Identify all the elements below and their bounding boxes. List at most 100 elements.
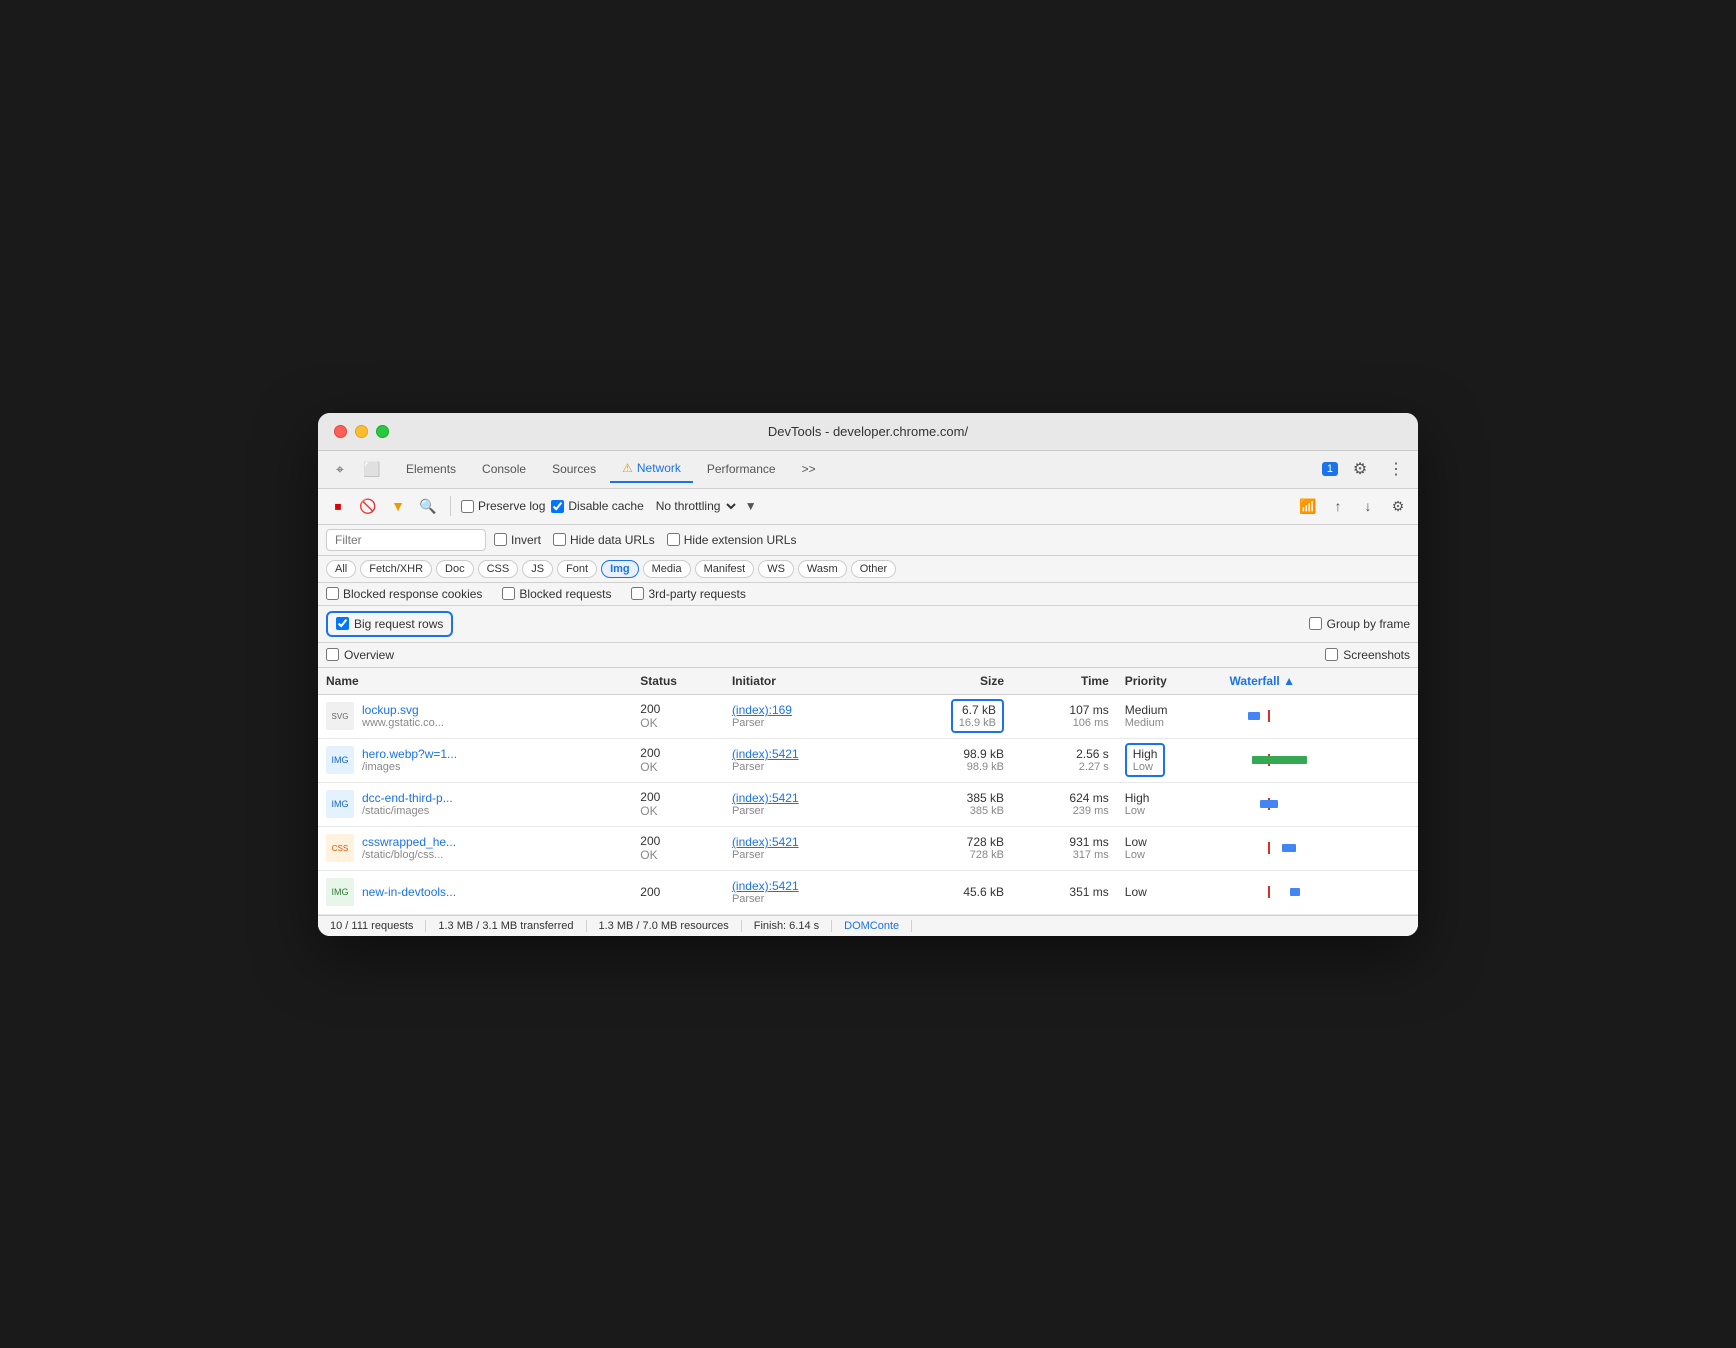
network-table-wrapper: Name Status Initiator Size Time Priority… [318, 668, 1418, 915]
invert-check: Invert [494, 533, 541, 547]
type-btn-doc[interactable]: Doc [436, 560, 474, 578]
tab-network[interactable]: ⚠Network [610, 455, 693, 483]
blocked-requests-check: Blocked requests [502, 587, 611, 601]
type-btn-all[interactable]: All [326, 560, 356, 578]
col-size[interactable]: Size [881, 668, 1012, 695]
toolbar-icon-group: 📶 ↑ ↓ ⚙ [1296, 494, 1410, 518]
big-request-rows-check: Big request rows [326, 611, 453, 637]
network-settings-icon[interactable]: ⚙ [1386, 494, 1410, 518]
time-cell: 931 ms 317 ms [1012, 826, 1117, 870]
type-btn-media[interactable]: Media [643, 560, 691, 578]
group-by-frame-check: Group by frame [1309, 617, 1410, 631]
type-btn-js[interactable]: JS [522, 560, 553, 578]
close-button[interactable] [334, 425, 347, 438]
table-header-row: Name Status Initiator Size Time Priority… [318, 668, 1418, 695]
name-text: dcc-end-third-p... /static/images [362, 791, 453, 817]
filter-input[interactable] [326, 529, 486, 551]
preserve-log-group: Preserve log [461, 499, 545, 513]
name-cell: CSS csswrapped_he... /static/blog/css... [318, 826, 632, 870]
tab-performance[interactable]: Performance [695, 456, 788, 482]
type-btn-wasm[interactable]: Wasm [798, 560, 847, 578]
upload-icon[interactable]: ↑ [1326, 494, 1350, 518]
col-priority[interactable]: Priority [1117, 668, 1222, 695]
tabs-bar: ⌖ ⬜ Elements Console Sources ⚠Network Pe… [318, 451, 1418, 489]
type-btn-ws[interactable]: WS [758, 560, 794, 578]
col-status[interactable]: Status [632, 668, 724, 695]
hide-data-urls-check: Hide data URLs [553, 533, 655, 547]
table-row[interactable]: CSS csswrapped_he... /static/blog/css...… [318, 826, 1418, 870]
waterfall-cell [1222, 870, 1418, 914]
screenshots-checkbox[interactable] [1325, 648, 1338, 661]
overview-check: Overview [326, 648, 394, 662]
more-options-icon[interactable]: ⋮ [1382, 455, 1410, 483]
group-by-frame-checkbox[interactable] [1309, 617, 1322, 630]
col-initiator[interactable]: Initiator [724, 668, 881, 695]
tab-console[interactable]: Console [470, 456, 538, 482]
status-cell: 200 OK [632, 694, 724, 738]
type-btn-other[interactable]: Other [851, 560, 897, 578]
tab-sources[interactable]: Sources [540, 456, 608, 482]
col-time[interactable]: Time [1012, 668, 1117, 695]
name-text: hero.webp?w=1... /images [362, 747, 457, 773]
filter-checks: Invert Hide data URLs Hide extension URL… [494, 533, 796, 547]
preserve-log-checkbox[interactable] [461, 500, 474, 513]
type-btn-manifest[interactable]: Manifest [695, 560, 755, 578]
table-row[interactable]: IMG hero.webp?w=1... /images 200 OK [318, 738, 1418, 782]
table-row[interactable]: IMG new-in-devtools... 200 (index):5421 [318, 870, 1418, 914]
resources-size: 1.3 MB / 7.0 MB resources [587, 920, 742, 932]
disable-cache-checkbox[interactable] [551, 500, 564, 513]
type-btn-img[interactable]: Img [601, 560, 639, 578]
type-filter-bar: All Fetch/XHR Doc CSS JS Font Img Media … [318, 556, 1418, 583]
maximize-button[interactable] [376, 425, 389, 438]
disable-cache-label: Disable cache [568, 499, 643, 513]
overview-checkbox[interactable] [326, 648, 339, 661]
minimize-button[interactable] [355, 425, 368, 438]
status-cell: 200 OK [632, 782, 724, 826]
titlebar: DevTools - developer.chrome.com/ [318, 413, 1418, 451]
hide-data-urls-checkbox[interactable] [553, 533, 566, 546]
device-icon[interactable]: ⬜ [358, 455, 386, 483]
settings-icon[interactable]: ⚙ [1346, 455, 1374, 483]
type-btn-fetch-xhr[interactable]: Fetch/XHR [360, 560, 432, 578]
type-btn-css[interactable]: CSS [478, 560, 519, 578]
type-btn-font[interactable]: Font [557, 560, 597, 578]
devtools-window: DevTools - developer.chrome.com/ ⌖ ⬜ Ele… [318, 413, 1418, 936]
sort-arrow-icon: ▲ [1283, 674, 1295, 688]
blocked-requests-checkbox[interactable] [502, 587, 515, 600]
col-waterfall[interactable]: Waterfall ▲ [1222, 668, 1418, 695]
name-text: new-in-devtools... [362, 885, 456, 899]
size-cell: 98.9 kB 98.9 kB [881, 738, 1012, 782]
name-cell: IMG dcc-end-third-p... /static/images [318, 782, 632, 826]
file-icon-css: CSS [326, 834, 354, 862]
name-cell: IMG hero.webp?w=1... /images [318, 738, 632, 782]
col-name[interactable]: Name [318, 668, 632, 695]
table-row[interactable]: SVG lockup.svg www.gstatic.co... 200 OK [318, 694, 1418, 738]
initiator-cell: (index):5421 Parser [724, 870, 881, 914]
wifi-icon[interactable]: 📶 [1296, 494, 1320, 518]
time-cell: 107 ms 106 ms [1012, 694, 1117, 738]
hide-extension-urls-check: Hide extension URLs [667, 533, 797, 547]
finish-time: Finish: 6.14 s [742, 920, 832, 932]
stop-recording-button[interactable]: ⏹ [326, 494, 350, 518]
invert-checkbox[interactable] [494, 533, 507, 546]
hide-extension-urls-checkbox[interactable] [667, 533, 680, 546]
big-request-rows-checkbox[interactable] [336, 617, 349, 630]
cursor-icon[interactable]: ⌖ [326, 455, 354, 483]
download-icon[interactable]: ↓ [1356, 494, 1380, 518]
blocked-cookies-checkbox[interactable] [326, 587, 339, 600]
tab-elements[interactable]: Elements [394, 456, 468, 482]
search-button[interactable]: 🔍 [416, 494, 440, 518]
third-party-check: 3rd-party requests [631, 587, 745, 601]
third-party-checkbox[interactable] [631, 587, 644, 600]
table-row[interactable]: IMG dcc-end-third-p... /static/images 20… [318, 782, 1418, 826]
filter-button[interactable]: ▼ [386, 494, 410, 518]
waterfall-cell [1222, 826, 1418, 870]
initiator-cell: (index):5421 Parser [724, 782, 881, 826]
window-title: DevTools - developer.chrome.com/ [768, 424, 968, 439]
status-cell: 200 [632, 870, 724, 914]
transferred-size: 1.3 MB / 3.1 MB transferred [426, 920, 586, 932]
throttle-select[interactable]: No throttling [650, 498, 739, 514]
clear-button[interactable]: 🚫 [356, 494, 380, 518]
tab-more[interactable]: >> [790, 456, 828, 482]
devtools-content: ⌖ ⬜ Elements Console Sources ⚠Network Pe… [318, 451, 1418, 936]
